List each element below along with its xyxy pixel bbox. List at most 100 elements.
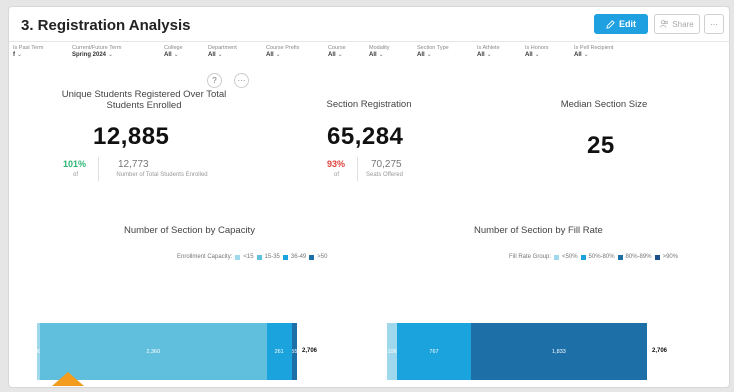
bar-total-label: 2,706: [652, 347, 668, 354]
filter-college[interactable]: College All ⌄: [164, 45, 183, 59]
divider: [357, 157, 358, 181]
chevron-down-icon: ⌄: [108, 52, 114, 58]
pencil-icon: [606, 19, 615, 29]
pointer-arrow-icon: [52, 372, 84, 386]
chevron-down-icon: ⌄: [17, 52, 23, 58]
chevron-down-icon: ⌄: [275, 52, 281, 58]
kpi-sections-value: 65,284: [327, 123, 404, 150]
legend-item: 36-49: [290, 254, 307, 260]
legend-swatch: [580, 254, 586, 260]
filter-label: Course: [328, 45, 346, 51]
filter-value: f: [13, 52, 15, 58]
chevron-down-icon: ⌄: [583, 52, 589, 58]
legend-swatch: [256, 254, 262, 260]
bar-segment-label: 767: [429, 348, 439, 355]
filter-value: All: [574, 52, 582, 58]
chevron-down-icon: ⌄: [337, 52, 343, 58]
chevron-down-icon: ⌄: [426, 52, 432, 58]
filter-label: College: [164, 45, 183, 51]
bar-total-label: 2,706: [302, 347, 318, 354]
legend-item: 80%-89%: [625, 254, 652, 260]
chart-fillrate-legend: Fill Rate Group: <50% 50%-80% 80%-89% >9…: [509, 254, 678, 260]
filter-department[interactable]: Department All ⌄: [208, 45, 237, 59]
chevron-down-icon: ⌄: [173, 52, 179, 58]
filter-is-pell-recipient[interactable]: Is Pell Recipient All ⌄: [574, 45, 613, 59]
filter-label: Current/Future Term: [72, 45, 122, 51]
share-label: Share: [672, 19, 694, 29]
filter-value: All: [164, 52, 172, 58]
filter-is-past-term[interactable]: Is Past Term f ⌄: [13, 45, 43, 59]
filter-label: Is Past Term: [13, 45, 44, 51]
dashboard-card: 3. Registration Analysis Edit Share ··· …: [8, 6, 730, 388]
bar-segment-label: 261: [274, 348, 284, 355]
filter-modality[interactable]: Modality All ⌄: [369, 45, 389, 59]
bar-segment[interactable]: 261: [266, 323, 292, 380]
filter-course[interactable]: Course All ⌄: [328, 45, 346, 59]
share-button[interactable]: Share: [654, 14, 700, 34]
chart-capacity-title: Number of Section by Capacity: [124, 225, 255, 236]
more-button[interactable]: ···: [704, 14, 724, 34]
kpi-sections-compare-label: Seats Offered: [366, 172, 403, 178]
bar-segment[interactable]: 767: [397, 323, 471, 380]
edit-button[interactable]: Edit: [594, 14, 648, 34]
bar-segment[interactable]: 106: [387, 323, 398, 380]
legend-swatch: [282, 254, 288, 260]
bar-segment-label: 2,360: [146, 348, 161, 355]
filter-label: Course Prefix: [266, 45, 300, 51]
legend-swatch: [617, 254, 623, 260]
filter-term[interactable]: Current/Future Term Spring 2024 ⌄: [72, 45, 121, 59]
kpi-students-of: of: [73, 172, 79, 178]
kpi-students-title: Unique Students Registered Over Total St…: [61, 89, 227, 111]
kpi-median-value: 25: [587, 132, 615, 159]
legend-item: 15-35: [264, 254, 280, 260]
filter-value: All: [328, 52, 336, 58]
filter-value: All: [417, 52, 425, 58]
chevron-down-icon: ⌄: [217, 52, 223, 58]
bar-segment[interactable]: 55: [291, 323, 297, 380]
filter-label: Is Honors: [525, 45, 549, 51]
legend-item: >50: [317, 254, 328, 260]
header-divider: [9, 41, 729, 42]
filter-is-honors[interactable]: Is Honors All ⌄: [525, 45, 549, 59]
kpi-students-compare-label: Number of Total Students Enrolled: [116, 172, 208, 178]
filter-value: Spring 2024: [72, 52, 107, 58]
filter-value: All: [208, 52, 216, 58]
legend-item: 50%-80%: [588, 254, 615, 260]
filter-section-type[interactable]: Section Type All ⌄: [417, 45, 449, 59]
kpi-students-compare-value: 12,773: [118, 159, 149, 170]
kpi-sections-of: of: [334, 172, 340, 178]
legend-title: Fill Rate Group:: [509, 254, 552, 260]
kpi-sections-title: Section Registration: [326, 99, 412, 110]
legend-swatch: [235, 254, 241, 260]
kpi-students-pct: 101%: [63, 159, 87, 169]
filter-is-athlete[interactable]: Is Athlete All ⌄: [477, 45, 500, 59]
legend-item: >90%: [662, 254, 679, 260]
filter-label: Modality: [369, 45, 390, 51]
filter-course-prefix[interactable]: Course Prefix All ⌄: [266, 45, 299, 59]
chart-fillrate-title: Number of Section by Fill Rate: [474, 225, 603, 236]
legend-item: <15: [243, 254, 254, 260]
bar-segment-label: 106: [387, 348, 397, 355]
bar-segment[interactable]: 1,833: [470, 323, 647, 380]
chevron-down-icon: ⌄: [378, 52, 384, 58]
chevron-down-icon: ⌄: [534, 52, 540, 58]
chevron-down-icon: ⌄: [486, 52, 492, 58]
kpi-students-value: 12,885: [93, 123, 170, 150]
filter-label: Is Athlete: [477, 45, 500, 51]
legend-swatch: [654, 254, 660, 260]
page-title: 3. Registration Analysis: [21, 17, 191, 34]
users-icon: [660, 20, 669, 28]
legend-title: Enrollment Capacity:: [177, 254, 233, 260]
chart-capacity-legend: Enrollment Capacity: <15 15-35 36-49 >50: [177, 254, 327, 260]
kpi-sections-compare-value: 70,275: [371, 159, 402, 170]
filter-value: All: [525, 52, 533, 58]
bar-segment-label: 55: [292, 349, 297, 355]
options-button[interactable]: ···: [234, 73, 249, 88]
bar-segment-label: 1,833: [552, 348, 566, 355]
legend-swatch: [554, 254, 560, 260]
help-icon[interactable]: ?: [207, 73, 222, 88]
filter-value: All: [266, 52, 274, 58]
filter-label: Section Type: [417, 45, 449, 51]
kpi-median-title: Median Section Size: [560, 99, 648, 110]
edit-label: Edit: [619, 19, 636, 29]
